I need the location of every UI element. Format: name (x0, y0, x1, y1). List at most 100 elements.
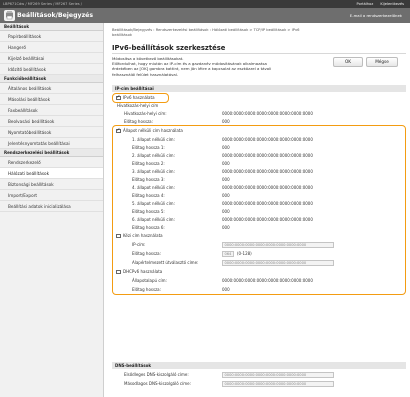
stateless-address-label: 5. állapot nélküli cím: (132, 201, 175, 206)
sidebar-item-report[interactable]: Jelentésnyomtatás beállításai (0, 138, 103, 149)
sidebar-item-paper[interactable]: Papírbeállítások (0, 31, 103, 42)
dhcp-checkbox[interactable] (116, 269, 121, 275)
manual-ip-label: IP-cím: (132, 242, 146, 247)
prefix-range-hint: (0-128) (237, 251, 252, 256)
dns-section-header: DNS-beállítások (112, 362, 406, 369)
stateless-address-value: 000 (222, 209, 230, 214)
main-content: Beállítások/Bejegyzés : Rendszerkezelési… (112, 23, 406, 397)
dhcp-prefix-label: Előtag hossza: (132, 287, 161, 292)
breadcrumb-path[interactable]: Beállítások/Bejegyzés : Rendszerkezelési… (112, 28, 299, 37)
link-local-prefix-value: 000 (222, 119, 230, 124)
stateless-address-row: 2. állapot nélküli cím: 0000:0000:0000:00… (112, 152, 406, 160)
sidebar-item-volume[interactable]: Hangerő (0, 42, 103, 53)
page-title: IPv6-beállítások szerkesztése (112, 44, 226, 52)
portal-link[interactable]: Portálhoz (357, 2, 374, 6)
stateless-address-value: 0000:0000:0000:0000:0000:0000:0000:0000 (222, 153, 313, 158)
gateway-row: Alapértelmezett útválasztó címe: 0000:00… (112, 259, 406, 267)
device-name: LBP671Cdw / MF269 Series / MF267 Series … (3, 1, 83, 6)
stateless-address-value: 000 (222, 193, 230, 198)
app-title: Beállítások/Bejegyzés (17, 11, 94, 19)
sidebar-item-scan[interactable]: Beolvasási beállítások (0, 116, 103, 127)
stateful-row: Állapotalapú cím: 0000:0000:0000:0000:00… (112, 277, 406, 285)
stateless-address-value: 0000:0000:0000:0000:0000:0000:0000:0000 (222, 137, 313, 142)
manual-ip-row: IP-cím: 0000:0000:0000:0000:0000:0000:00… (112, 241, 406, 249)
email-admin-link[interactable]: E-mail a rendszerkezelőnek (350, 13, 402, 18)
link-local-prefix-label: Előtag hossza: (124, 119, 153, 124)
stateless-address-row: Előtag hossza 4: 000 (112, 192, 406, 200)
stateless-address-row: 6. állapot nélküli cím: 0000:0000:0000:00… (112, 216, 406, 224)
sidebar-group-settings: Beállítások (0, 23, 103, 31)
stateless-row: ✓ Állapot nélküli cím használata (112, 127, 406, 135)
stateless-checkbox[interactable]: ✓ (116, 126, 121, 134)
sidebar-item-display[interactable]: Kijelző beállításai (0, 53, 103, 64)
stateless-address-label: Előtag hossza 3: (132, 177, 165, 182)
app-header: Beállítások/Bejegyzés E-mail a rendszerk… (0, 8, 410, 23)
stateless-address-label: 3. állapot nélküli cím: (132, 169, 175, 174)
use-ipv6-checkbox[interactable]: ✓ (116, 93, 121, 101)
stateless-address-row: Előtag hossza 5: 000 (112, 208, 406, 216)
logout-link[interactable]: Kijelentkezés (380, 2, 404, 6)
stateless-address-row: 5. állapot nélküli cím: 0000:0000:0000:00… (112, 200, 406, 208)
description: Módosítsa a következő beállításokat. Elő… (112, 56, 330, 77)
stateless-address-value: 000 (222, 161, 230, 166)
manual-row: Kézi cím használata (112, 232, 406, 240)
canon-printer-logo-icon (4, 10, 15, 21)
top-bar: LBP671Cdw / MF269 Series / MF267 Series … (0, 0, 410, 8)
use-ipv6-row: ✓ IPv6 használata (112, 94, 406, 102)
ok-button[interactable]: OK (333, 57, 363, 67)
title-divider (112, 53, 406, 54)
sidebar-item-general[interactable]: Általános beállítások (0, 83, 103, 94)
dhcp-prefix-row: Előtag hossza: 000 (112, 286, 406, 294)
gateway-input[interactable]: 0000:0000:0000:0000:0000:0000:0000:0000 (222, 260, 334, 266)
stateless-label: Állapot nélküli cím használata (123, 128, 183, 133)
stateless-address-value: 000 (222, 177, 230, 182)
stateless-address-value: 0000:0000:0000:0000:0000:0000:0000:0000 (222, 201, 313, 206)
gateway-label: Alapértelmezett útválasztó címe: (132, 260, 199, 265)
stateless-address-label: 1. állapot nélküli cím: (132, 137, 175, 142)
stateless-address-label: Előtag hossza 2: (132, 161, 165, 166)
manual-prefix-row: Előtag hossza: 064 (0-128) (112, 250, 406, 258)
stateless-address-value: 0000:0000:0000:0000:0000:0000:0000:0000 (222, 169, 313, 174)
manual-checkbox[interactable] (116, 233, 121, 239)
dns-secondary-input[interactable]: 0000:0000:0000:0000:0000:0000:0000:0000 (222, 381, 334, 387)
sidebar-item-network[interactable]: Hálózati beállítások (0, 168, 103, 179)
manual-prefix-input[interactable]: 064 (222, 251, 234, 257)
sidebar-item-printer[interactable]: Nyomtatóbeállítások (0, 127, 103, 138)
dhcp-label: DHCPv6 használata (123, 269, 163, 274)
stateless-address-value: 0000:0000:0000:0000:0000:0000:0000:0000 (222, 217, 313, 222)
sidebar-item-security[interactable]: Biztonsági beállítások (0, 179, 103, 190)
sidebar-item-admin[interactable]: Rendszerkezelő (0, 157, 103, 168)
stateless-address-row: 3. állapot nélküli cím: 0000:0000:0000:00… (112, 168, 406, 176)
stateless-address-value: 000 (222, 145, 230, 150)
manual-ip-input[interactable]: 0000:0000:0000:0000:0000:0000:0000:0000 (222, 242, 334, 248)
manual-label: Kézi cím használata (123, 233, 163, 238)
stateless-address-value: 000 (222, 225, 230, 230)
use-ipv6-label: IPv6 használata (123, 95, 155, 100)
stateless-address-row: Előtag hossza 3: 000 (112, 176, 406, 184)
stateless-address-label: Előtag hossza 5: (132, 209, 165, 214)
sidebar-item-fax[interactable]: Faxbeállítások (0, 105, 103, 116)
stateless-address-row: Előtag hossza 1: 000 (112, 144, 406, 152)
sidebar-group-system: Rendszerkezelési beállítások (0, 149, 103, 157)
checkmark-icon: ✓ (116, 126, 121, 133)
top-links: Portálhoz Kijelentkezés (351, 2, 404, 6)
sidebar-item-copy[interactable]: Másolási beállítások (0, 94, 103, 105)
stateless-address-row: Előtag hossza 6: 000 (112, 224, 406, 232)
stateless-address-label: 6. állapot nélküli cím: (132, 217, 175, 222)
dhcp-row: DHCPv6 használata (112, 268, 406, 276)
dns-primary-input[interactable]: 0000:0000:0000:0000:0000:0000:0000:0000 (222, 372, 334, 378)
sidebar-item-import-export[interactable]: Import/Export (0, 190, 103, 201)
manual-prefix-label: Előtag hossza: (132, 251, 161, 256)
link-local-addr-row: Hivatkozás-helyi cím: 0000:0000:0000:000… (112, 110, 406, 118)
stateless-address-row: Előtag hossza 2: 000 (112, 160, 406, 168)
sidebar-item-timer[interactable]: Időzítő beállítások (0, 64, 103, 75)
checkmark-icon: ✓ (116, 93, 121, 100)
link-local-addr-value: 0000:0000:0000:0000:0000:0000:0000:0000 (222, 111, 313, 116)
sidebar-item-initialize[interactable]: Beállítási adatok inicializálása (0, 201, 103, 212)
dns-secondary-label: Másodlagos DNS-kiszolgáló címe: (124, 381, 191, 386)
description-line: felhasználói felület használatával. (112, 71, 179, 77)
dns-primary-label: Elsődleges DNS-kiszolgáló címe: (124, 372, 189, 377)
dns-secondary-row: Másodlagos DNS-kiszolgáló címe: 0000:000… (112, 380, 406, 388)
dhcp-prefix-value: 000 (222, 287, 230, 292)
cancel-button[interactable]: Mégse (366, 57, 398, 67)
